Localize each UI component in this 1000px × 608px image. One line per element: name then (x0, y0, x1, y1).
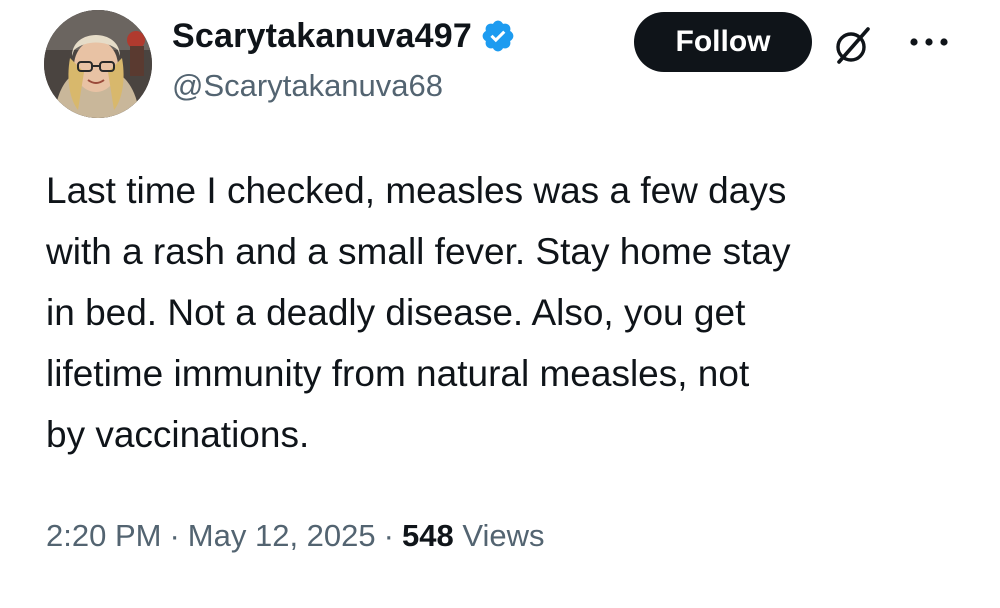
ellipsis-icon[interactable] (906, 30, 952, 54)
author-handle[interactable]: @Scarytakanuva68 (172, 68, 443, 104)
avatar[interactable] (44, 10, 152, 118)
views-count: 548 (401, 518, 454, 553)
tweet-text: Last time I checked, measles was a few d… (46, 170, 791, 455)
author-name-row: Scarytakanuva497 (172, 12, 516, 60)
tweet-date[interactable]: May 12, 2025 (188, 518, 376, 553)
tweet-meta: 2:20 PM · May 12, 2025 · 548 Views (46, 518, 544, 554)
slashed-circle-icon[interactable] (830, 22, 876, 68)
author-display-name[interactable]: Scarytakanuva497 (172, 17, 472, 56)
avatar-photo (44, 10, 152, 118)
tweet-card: Scarytakanuva497 @Scarytakanuva68 Follow… (0, 0, 1000, 608)
follow-button[interactable]: Follow (634, 12, 812, 72)
views-label: Views (462, 518, 545, 553)
meta-separator: · (169, 518, 180, 553)
verified-badge-icon (480, 18, 516, 54)
tweet-time[interactable]: 2:20 PM (46, 518, 161, 553)
meta-separator: · (383, 518, 394, 553)
